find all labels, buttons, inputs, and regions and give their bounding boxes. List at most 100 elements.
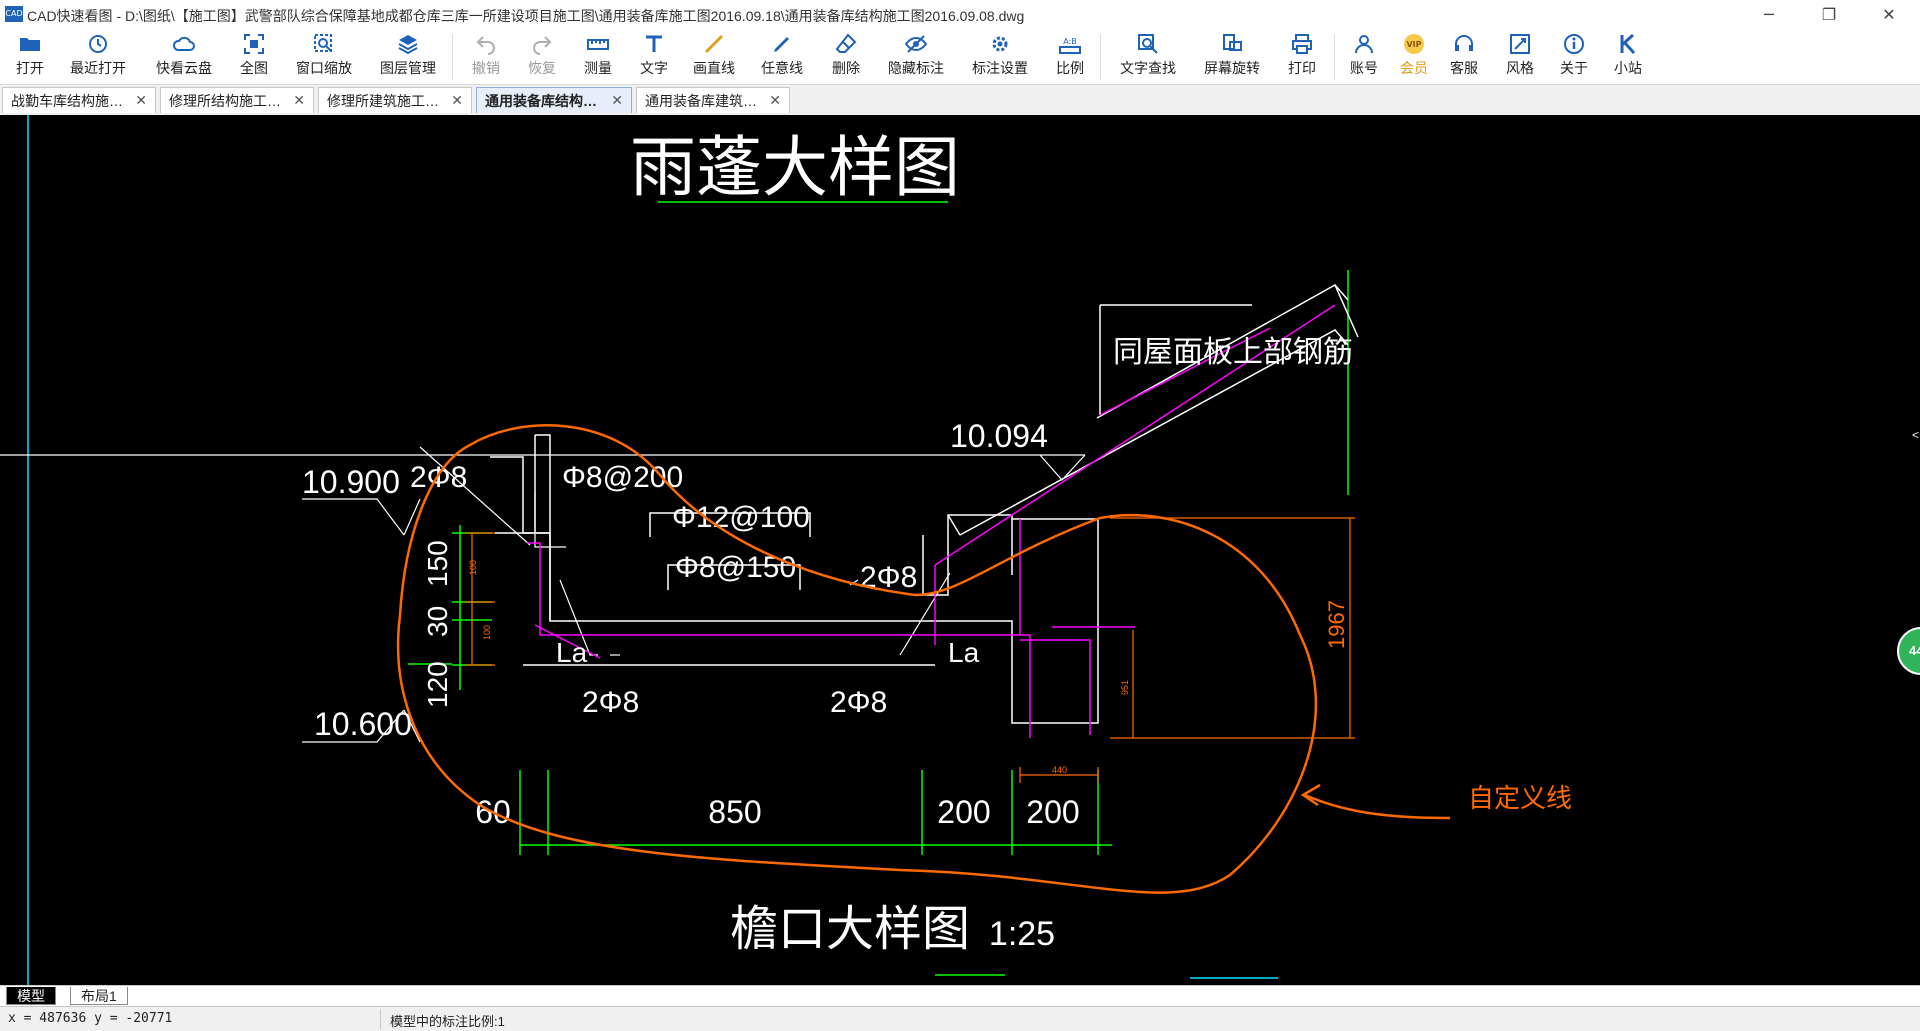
annotation-scale-status: 模型中的标注比例:1 <box>390 1014 505 1029</box>
window-title: CAD快速看图 - D:\图纸\【施工图】武警部队综合保障基地成都仓库三库一所建… <box>27 8 1025 24</box>
rebar-label-phi8-150: Φ8@150 <box>675 551 796 584</box>
about-button[interactable]: 关于 <box>1556 32 1592 82</box>
style-button[interactable]: 风格 <box>1502 32 1538 82</box>
rebar-label-2phi8-bottom-left: 2Φ8 <box>582 686 639 719</box>
recent-button[interactable]: 最近打开 <box>66 32 130 82</box>
minimize-button[interactable]: ─ <box>1746 0 1792 28</box>
printer-icon <box>1292 34 1312 54</box>
dimension-small-a: 100 <box>468 560 478 575</box>
site-button[interactable]: 小站 <box>1610 32 1646 82</box>
dimension-1967: 1967 <box>1324 600 1349 649</box>
dimension-120: 120 <box>422 661 453 708</box>
tab-close-icon[interactable]: ✕ <box>135 93 147 109</box>
tab-close-icon[interactable]: ✕ <box>293 93 305 109</box>
elevation-10900: 10.900 <box>302 464 400 500</box>
detail-title-top: 雨蓬大样图 <box>630 130 960 204</box>
freeline-button[interactable]: 任意线 <box>758 32 806 82</box>
dimension-small-c: 951 <box>1120 680 1130 695</box>
redo-label: 恢复 <box>528 60 556 76</box>
vip-button[interactable]: VIP 会员 <box>1396 32 1432 82</box>
custom-line-arrow <box>1304 793 1451 820</box>
drawing-canvas[interactable]: 雨蓬大样图 10.900 10.600 10.094 2Φ8 Φ8@200 Φ1… <box>0 115 1920 985</box>
restore-button[interactable]: ❐ <box>1806 0 1852 28</box>
dimension-850: 850 <box>708 794 761 830</box>
cloud-icon <box>172 36 195 51</box>
rebar-label-2phi8-bottom-right: 2Φ8 <box>830 686 887 719</box>
style-icon <box>1510 34 1530 54</box>
scale-button[interactable]: A:B 比例 <box>1052 32 1088 82</box>
undo-label: 撤销 <box>472 60 500 76</box>
orange-dimension-lines <box>465 517 1355 783</box>
status-divider <box>380 1009 381 1029</box>
vip-label: 会员 <box>1400 60 1428 76</box>
tab-document[interactable]: 修理所结构施工… ✕ <box>160 87 314 113</box>
vip-icon: VIP <box>1404 34 1424 54</box>
vip-badge-text: VIP <box>1406 40 1421 49</box>
tab-document[interactable]: 通用装备库建筑… ✕ <box>636 87 790 113</box>
erase-button[interactable]: 删除 <box>828 32 864 82</box>
window-zoom-button[interactable]: 窗口缩放 <box>292 32 356 82</box>
tab-model[interactable]: 模型 <box>6 987 56 1005</box>
redo-icon <box>533 36 552 55</box>
measure-button[interactable]: 测量 <box>580 32 616 82</box>
open-button[interactable]: 打开 <box>12 32 48 82</box>
cursor-coordinates: x = 487636 y = -20771 <box>8 1011 173 1026</box>
close-window-button[interactable]: ✕ <box>1866 0 1912 28</box>
rebar-lines <box>527 304 1336 738</box>
document-tabs: 战勤车库结构施… ✕ 修理所结构施工… ✕ 修理所建筑施工… ✕ 通用装备库结构… <box>0 85 1920 116</box>
hide-marks-button[interactable]: 隐藏标注 <box>884 32 948 82</box>
fullview-button[interactable]: 全图 <box>236 32 272 82</box>
dimension-150: 150 <box>422 540 453 587</box>
print-label: 打印 <box>1288 60 1316 76</box>
dimension-small-d: 440 <box>1052 765 1067 775</box>
folder-icon <box>20 38 40 51</box>
account-button[interactable]: 账号 <box>1346 32 1382 82</box>
text-icon <box>646 35 662 52</box>
tab-document[interactable]: 修理所建筑施工… ✕ <box>318 87 472 113</box>
toolbar-separator <box>1334 34 1335 80</box>
line-button[interactable]: 画直线 <box>690 32 738 82</box>
redo-button[interactable]: 恢复 <box>524 32 560 82</box>
rotate-icon <box>1223 34 1242 51</box>
cloud-button[interactable]: 快看云盘 <box>152 32 216 82</box>
tab-document[interactable]: 战勤车库结构施… ✕ <box>2 87 156 113</box>
rebar-label-phi8-200: Φ8@200 <box>562 461 683 494</box>
text-button[interactable]: 文字 <box>636 32 672 82</box>
print-button[interactable]: 打印 <box>1284 32 1320 82</box>
tab-label: 通用装备库建筑… <box>645 92 757 109</box>
rebar-label-2phi8-mid: 2Φ8 <box>860 561 917 594</box>
undo-button[interactable]: 撤销 <box>468 32 504 82</box>
about-label: 关于 <box>1560 60 1588 76</box>
service-label: 客服 <box>1450 60 1478 76</box>
toolbar-separator <box>452 34 453 80</box>
window-zoom-label: 窗口缩放 <box>296 60 352 76</box>
cloud-label: 快看云盘 <box>156 60 212 76</box>
user-icon <box>1355 35 1373 54</box>
dimension-200-left: 200 <box>937 794 990 830</box>
tab-close-icon[interactable]: ✕ <box>611 93 623 109</box>
account-label: 账号 <box>1350 60 1378 76</box>
layers-icon <box>398 35 418 55</box>
tab-close-icon[interactable]: ✕ <box>769 93 781 109</box>
dimension-200-right: 200 <box>1026 794 1079 830</box>
tab-document-active[interactable]: 通用装备库结构… ✕ <box>476 87 632 113</box>
tab-layout1[interactable]: 布局1 <box>70 987 128 1005</box>
pen-icon <box>774 37 789 52</box>
rotate-screen-button[interactable]: 屏幕旋转 <box>1200 32 1264 82</box>
mark-settings-button[interactable]: 标注设置 <box>968 32 1032 82</box>
tab-label: 修理所结构施工… <box>169 92 281 109</box>
main-toolbar: 打开 最近打开 快看云盘 全图 窗口缩放 图层管理 撤销 恢复 测量 文字 画直… <box>0 28 1920 85</box>
detail-title-bottom: 檐口大样图 <box>730 903 970 956</box>
scale-icon: A:B <box>1059 37 1081 54</box>
tab-label: 通用装备库结构… <box>485 92 597 109</box>
eraser-icon <box>835 33 857 53</box>
app-logo-icon: CAD <box>5 6 23 22</box>
line-label: 画直线 <box>693 60 735 76</box>
find-text-button[interactable]: 文字查找 <box>1116 32 1180 82</box>
rotate-screen-label: 屏幕旋转 <box>1204 60 1260 76</box>
undo-icon <box>476 36 495 55</box>
service-button[interactable]: 客服 <box>1446 32 1482 82</box>
tab-close-icon[interactable]: ✕ <box>451 93 463 109</box>
layers-button[interactable]: 图层管理 <box>376 32 440 82</box>
dimension-small-b: 100 <box>482 625 492 640</box>
